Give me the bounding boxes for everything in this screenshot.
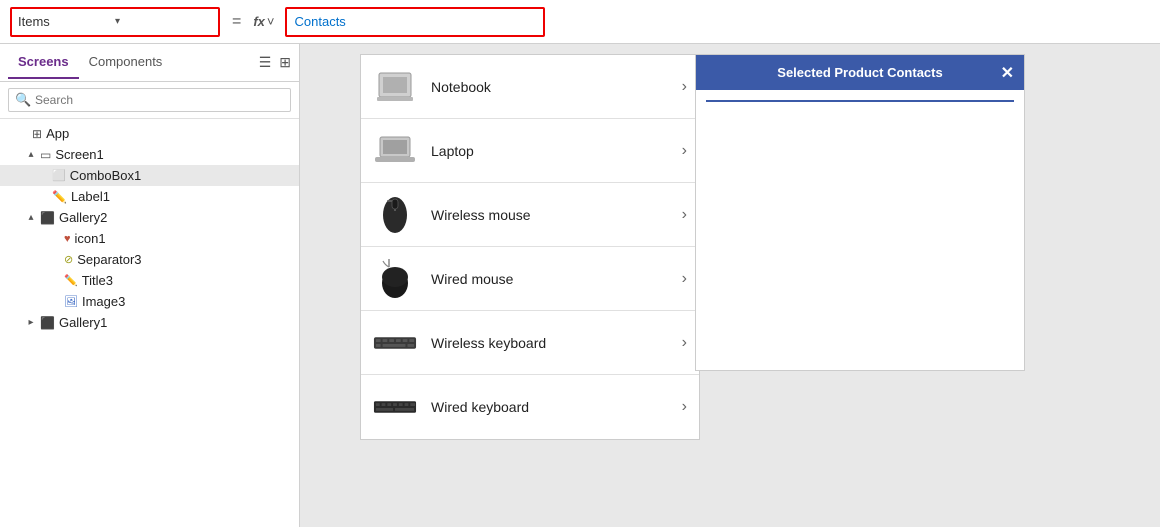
fx-label: fx <box>253 14 265 29</box>
fx-indicator: fx ˅ <box>253 14 274 29</box>
items-property-selector[interactable]: Items ▾ <box>10 7 220 37</box>
screen1-label: Screen1 <box>55 147 103 162</box>
notebook-image <box>373 65 417 109</box>
wmouse2-image <box>373 257 417 301</box>
label1-label: Label1 <box>71 189 110 204</box>
contacts-panel-body: ▼ <box>696 90 1024 370</box>
notebook-chevron-icon: › <box>682 78 687 96</box>
tab-components[interactable]: Components <box>79 46 173 79</box>
formula-value: Contacts <box>295 14 346 29</box>
kbd-image <box>373 385 417 429</box>
gallery2-icon: ⬛ <box>40 211 55 225</box>
equals-sign: = <box>232 13 241 31</box>
tree-item-label1[interactable]: ✏️ Label1 <box>0 186 299 207</box>
contacts-panel-header: Selected Product Contacts ✕ <box>696 55 1024 90</box>
wmouse2-chevron-icon: › <box>682 270 687 288</box>
gallery-widget: Notebook › Laptop › <box>360 54 700 440</box>
title3-icon: ✏️ <box>64 274 78 287</box>
title3-label: Title3 <box>82 273 113 288</box>
icon1-label: icon1 <box>75 231 106 246</box>
gallery-row-wkbd[interactable]: Wireless keyboard › <box>361 311 699 375</box>
sidebar-tabs: Screens Components ☰ ⊞ <box>0 44 299 82</box>
laptop-image <box>373 129 417 173</box>
wkbd-label: Wireless keyboard <box>431 335 682 351</box>
tree-item-screen1[interactable]: ▴ ▭ Screen1 <box>0 144 299 165</box>
wmouse-label: Wireless mouse <box>431 207 682 223</box>
combobox1-label: ComboBox1 <box>70 168 142 183</box>
items-chevron-icon: ▾ <box>115 16 212 27</box>
sidebar: Screens Components ☰ ⊞ 🔍 ⊞ App <box>0 44 300 527</box>
tree-area: ⊞ App ▴ ▭ Screen1 ⬜ ComboBox1 ✏️ <box>0 119 299 527</box>
gallery1-label: Gallery1 <box>59 315 107 330</box>
tree-item-image3[interactable]: 🖼 Image3 <box>0 291 299 312</box>
notebook-label: Notebook <box>431 79 682 95</box>
top-bar: Items ▾ = fx ˅ Contacts <box>0 0 1160 44</box>
tree-item-combobox1[interactable]: ⬜ ComboBox1 <box>0 165 299 186</box>
gallery-row-wmouse[interactable]: Wireless mouse › <box>361 183 699 247</box>
separator3-label: Separator3 <box>77 252 141 267</box>
gallery2-expander-icon: ▴ <box>24 212 38 223</box>
tree-item-gallery1[interactable]: ▸ ⬛ Gallery1 <box>0 312 299 333</box>
search-input[interactable] <box>8 88 291 112</box>
tab-screens[interactable]: Screens <box>8 46 79 79</box>
wkbd-image <box>373 321 417 365</box>
gallery-row-laptop[interactable]: Laptop › <box>361 119 699 183</box>
kbd-label: Wired keyboard <box>431 399 682 415</box>
screen-icon: ▭ <box>40 148 51 162</box>
items-label: Items <box>18 14 115 29</box>
tree-item-gallery2[interactable]: ▴ ⬛ Gallery2 <box>0 207 299 228</box>
tree-item-title3[interactable]: ✏️ Title3 <box>0 270 299 291</box>
icon1-icon: ♥ <box>64 233 71 245</box>
laptop-chevron-icon: › <box>682 142 687 160</box>
search-icon: 🔍 <box>15 92 31 108</box>
label-icon: ✏️ <box>52 190 67 204</box>
contacts-panel-title: Selected Product Contacts <box>777 65 942 80</box>
gallery-row-kbd[interactable]: Wired keyboard › <box>361 375 699 439</box>
gallery-row-notebook[interactable]: Notebook › <box>361 55 699 119</box>
gallery2-label: Gallery2 <box>59 210 107 225</box>
list-view-icon[interactable]: ☰ <box>259 54 272 71</box>
tree-item-separator3[interactable]: ⊘ Separator3 <box>0 249 299 270</box>
separator3-icon: ⊘ <box>64 253 73 266</box>
main-layout: Screens Components ☰ ⊞ 🔍 ⊞ App <box>0 44 1160 527</box>
wmouse2-label: Wired mouse <box>431 271 682 287</box>
contacts-panel: Selected Product Contacts ✕ <box>695 54 1025 371</box>
wkbd-chevron-icon: › <box>682 334 687 352</box>
app-icon: ⊞ <box>32 127 42 141</box>
sidebar-search: 🔍 <box>0 82 299 119</box>
wmouse-image <box>373 193 417 237</box>
tree-item-icon1[interactable]: ♥ icon1 <box>0 228 299 249</box>
app-label: App <box>46 126 69 141</box>
screen1-expander-icon: ▴ <box>24 149 38 160</box>
image3-icon: 🖼 <box>64 295 78 308</box>
tree-item-app[interactable]: ⊞ App <box>0 123 299 144</box>
canvas-area: Notebook › Laptop › <box>300 44 1160 527</box>
laptop-label: Laptop <box>431 143 682 159</box>
image3-label: Image3 <box>82 294 125 309</box>
kbd-chevron-icon: › <box>682 398 687 416</box>
combobox-icon: ⬜ <box>52 169 66 182</box>
grid-view-icon[interactable]: ⊞ <box>279 54 291 71</box>
wmouse-chevron-icon: › <box>682 206 687 224</box>
sidebar-tab-icons: ☰ ⊞ <box>259 54 291 71</box>
gallery-row-wmouse2[interactable]: Wired mouse › <box>361 247 699 311</box>
gallery1-expander-icon: ▸ <box>24 317 38 328</box>
gallery1-icon: ⬛ <box>40 316 55 330</box>
contacts-panel-divider <box>706 100 1014 102</box>
formula-bar[interactable]: Contacts <box>285 7 545 37</box>
contacts-panel-close-button[interactable]: ✕ <box>1001 63 1014 83</box>
fx-chevron-icon: ˅ <box>267 14 275 29</box>
